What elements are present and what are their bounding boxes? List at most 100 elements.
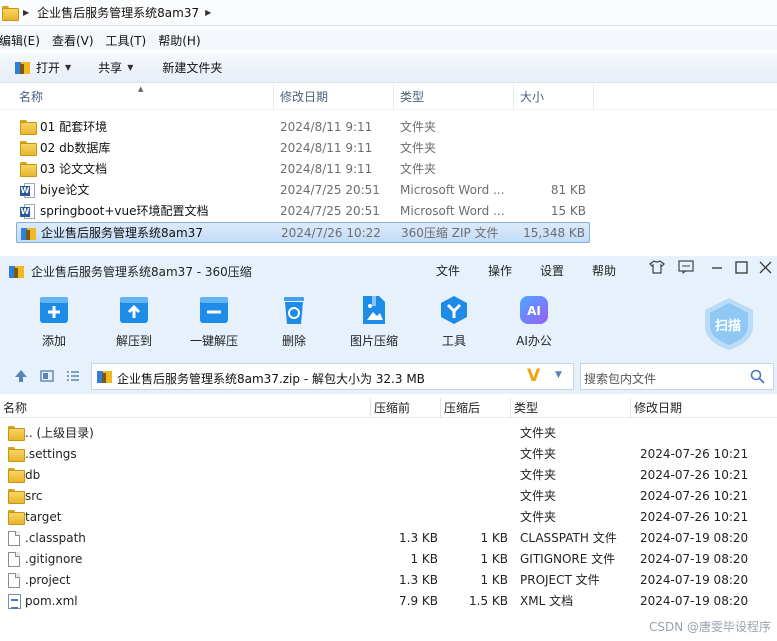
menu-help[interactable]: 帮助(H) [152, 32, 206, 49]
zip-toolbar: 添加 解压到 一键解压 删除 图片压缩 工具 AI AI办公 扫描 [0, 286, 777, 358]
menu-settings[interactable]: 设置 [540, 262, 564, 279]
entry-date: 2024-07-19 08:20 [640, 531, 749, 545]
chevron-down-icon: ▼ [65, 63, 72, 72]
menu-help[interactable]: 帮助 [592, 262, 616, 279]
file-type: 360压缩 ZIP 文件 [401, 226, 499, 240]
file-row[interactable]: Wspringboot+vue环境配置文档 2024/7/25 20:51 Micr… [16, 201, 590, 222]
breadcrumb[interactable]: 企业售后服务管理系统8am37 [37, 4, 199, 21]
menu-edit[interactable]: 编辑(E) [0, 32, 46, 49]
delete-button[interactable]: 删除 [264, 294, 324, 349]
file-type: Microsoft Word ... [400, 183, 505, 197]
entry-type: GITIGNORE 文件 [520, 552, 616, 566]
extract-to-button[interactable]: 解压到 [104, 294, 164, 349]
vip-icon[interactable]: V [527, 366, 540, 386]
file-date: 2024/8/11 9:11 [280, 162, 373, 176]
file-date: 2024/8/11 9:11 [280, 120, 373, 134]
search-input[interactable]: 搜索包内文件 [580, 363, 774, 390]
tools-button[interactable]: 工具 [424, 294, 484, 349]
column-compressed-after[interactable]: 压缩后 [444, 398, 511, 418]
open-button-label: 打开 [36, 61, 61, 75]
entry-name: .. (上级目录) [25, 426, 94, 440]
search-icon[interactable] [750, 369, 765, 387]
entry-date: 2024-07-19 08:20 [640, 552, 749, 566]
one-click-extract-button[interactable]: 一键解压 [184, 294, 244, 349]
delete-label: 删除 [281, 334, 306, 348]
archive-row[interactable]: .project 1.3 KB 1 KB PROJECT 文件 2024-07-19 0… [0, 570, 777, 591]
thumbnail-view-icon[interactable] [40, 369, 54, 387]
archive-row[interactable]: .. (上级目录) 文件夹 [0, 423, 777, 444]
svg-text:AI: AI [527, 304, 541, 318]
up-arrow-icon[interactable] [14, 369, 28, 387]
file-row[interactable]: 01 配套环境 2024/8/11 9:11 文件夹 [16, 117, 590, 138]
entry-size-after: 1 KB [480, 531, 508, 545]
breadcrumb-arrow-icon[interactable]: ▶ [23, 8, 29, 17]
archive-row[interactable]: .gitignore 1 KB 1 KB GITIGNORE 文件 2024-07-19… [0, 549, 777, 570]
extract-to-icon [118, 294, 150, 326]
xml-file-icon [8, 594, 21, 609]
menu-file[interactable]: 文件 [436, 262, 460, 279]
folder-icon [20, 141, 37, 156]
archive-row[interactable]: pom.xml 7.9 KB 1.5 KB XML 文档 2024-07-19 08:2… [0, 591, 777, 612]
folder-icon [8, 426, 25, 441]
column-date[interactable]: 修改日期 [274, 84, 394, 110]
word-doc-icon: W [20, 183, 35, 199]
column-name[interactable]: 名称 [3, 398, 371, 418]
close-icon[interactable] [759, 260, 772, 278]
column-compressed-before[interactable]: 压缩前 [374, 398, 441, 418]
file-row[interactable]: 03 论文文档 2024/8/11 9:11 文件夹 [16, 159, 590, 180]
entry-size-after: 1 KB [480, 573, 508, 587]
breadcrumb-arrow-icon[interactable]: ▶ [205, 8, 211, 17]
tools-label: 工具 [441, 334, 466, 348]
column-name[interactable]: 名称 [13, 84, 274, 110]
add-label: 添加 [41, 334, 66, 348]
menu-view[interactable]: 查看(V) [46, 32, 100, 49]
path-field[interactable]: 企业售后服务管理系统8am37.zip - 解包大小为 32.3 MB V ▼ [91, 363, 574, 390]
zip-archive-icon [97, 369, 113, 385]
archive-row[interactable]: target 文件夹 2024-07-26 10:21 [0, 507, 777, 528]
file-date: 2024/7/25 20:51 [280, 204, 380, 218]
list-view-icon[interactable] [66, 369, 80, 387]
folder-icon [8, 510, 25, 525]
skin-icon[interactable] [649, 260, 665, 278]
new-folder-button[interactable]: 新建文件夹 [162, 59, 222, 76]
entry-name: .settings [25, 447, 77, 461]
archive-row[interactable]: src 文件夹 2024-07-26 10:21 [0, 486, 777, 507]
file-row[interactable]: Wbiye论文 2024/7/25 20:51 Microsoft Word ...… [16, 180, 590, 201]
ai-office-label: AI办公 [516, 334, 552, 348]
column-type[interactable]: 类型 [514, 398, 631, 418]
maximize-icon[interactable] [735, 260, 748, 278]
file-size: 81 KB [550, 183, 586, 197]
explorer-address-bar[interactable]: ▶ 企业售后服务管理系统8am37 ▶ [0, 0, 777, 26]
add-button[interactable]: 添加 [24, 294, 84, 349]
file-type: Microsoft Word ... [400, 204, 505, 218]
archive-row[interactable]: .settings 文件夹 2024-07-26 10:21 [0, 444, 777, 465]
zip-archive-icon [21, 226, 37, 242]
entry-size-before: 1 KB [410, 552, 438, 566]
column-date[interactable]: 修改日期 [634, 398, 774, 418]
open-button[interactable]: 打开 ▼ [15, 59, 71, 76]
column-size[interactable]: 大小 [514, 84, 594, 110]
sort-ascending-icon: ▲ [138, 85, 144, 93]
feedback-icon[interactable] [678, 260, 694, 278]
menu-operate[interactable]: 操作 [488, 262, 512, 279]
entry-type: XML 文档 [520, 594, 574, 608]
file-row[interactable]: 02 db数据库 2024/8/11 9:11 文件夹 [16, 138, 590, 159]
archive-row[interactable]: db 文件夹 2024-07-26 10:21 [0, 465, 777, 486]
entry-size-before: 1.3 KB [399, 531, 438, 545]
zip-archive-icon [15, 60, 31, 76]
ai-office-button[interactable]: AI AI办公 [504, 294, 564, 349]
file-date: 2024/8/11 9:11 [280, 141, 373, 155]
image-compress-label: 图片压缩 [349, 334, 398, 348]
menu-tools[interactable]: 工具(T) [100, 32, 153, 49]
share-button[interactable]: 共享 ▼ [98, 59, 133, 76]
image-compress-button[interactable]: 图片压缩 [344, 294, 404, 349]
scan-button[interactable]: 扫描 [701, 296, 757, 352]
zip-window: 企业售后服务管理系统8am37 - 360压缩 文件 操作 设置 帮助 添加 解… [0, 256, 777, 641]
entry-name: .gitignore [25, 552, 83, 566]
chevron-down-icon[interactable]: ▼ [555, 370, 562, 380]
archive-row[interactable]: .classpath 1.3 KB 1 KB CLASSPATH 文件 2024-07-… [0, 528, 777, 549]
minimize-icon[interactable] [711, 260, 723, 278]
file-row[interactable]: 企业售后服务管理系统8am37 2024/7/26 10:22 360压缩 ZIP … [16, 222, 590, 243]
column-type[interactable]: 类型 [394, 84, 514, 110]
folder-icon [20, 120, 37, 135]
